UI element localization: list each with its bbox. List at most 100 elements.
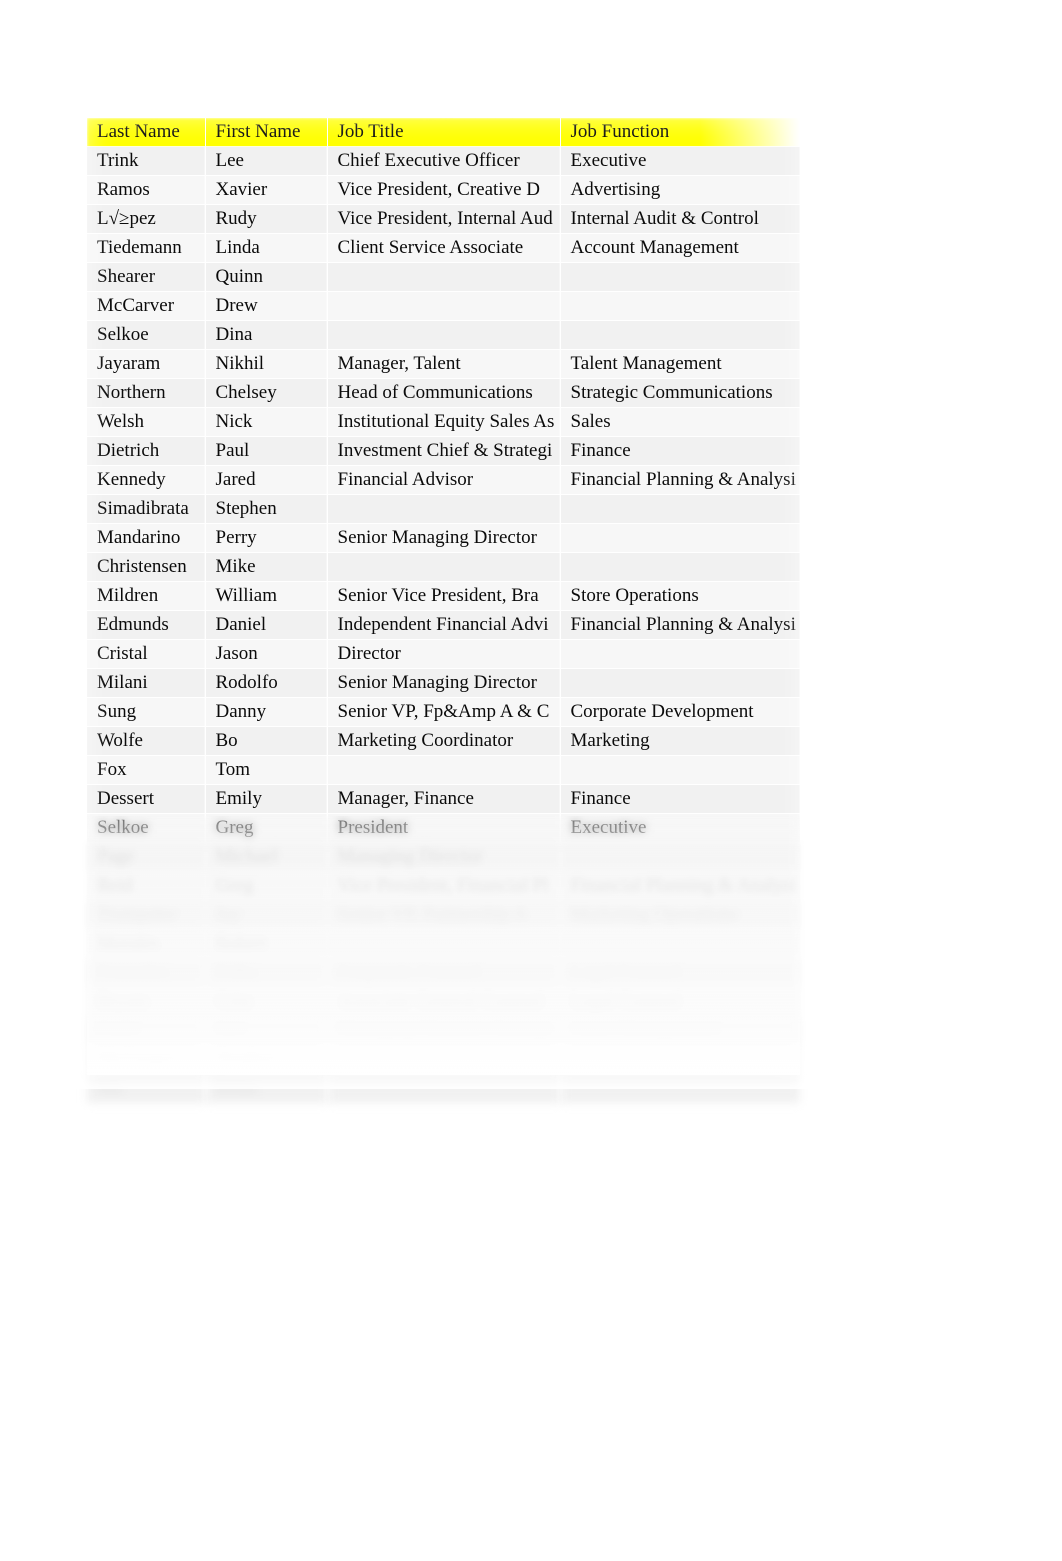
cell-last_name[interactable]: Ma <box>87 1074 206 1104</box>
table-row[interactable]: Christensen Mike <box>87 552 801 582</box>
cell-first_name[interactable]: William <box>205 581 328 611</box>
cell-job_function[interactable]: Legal Counsel <box>560 987 801 1017</box>
cell-first_name[interactable]: Greg <box>205 871 328 901</box>
cell-job_title[interactable] <box>327 494 561 524</box>
cell-job_function[interactable]: Internal Audit & Control <box>560 204 801 234</box>
cell-job_function[interactable]: Financial Planning & Analysi <box>560 610 801 640</box>
cell-job_title[interactable]: Corporate Counsel <box>327 958 561 988</box>
table-row[interactable]: Trink Lee Chief Executive Officer Executive <box>87 146 801 176</box>
table-row[interactable]: Gonzalez Erika Corporate Counsel Legal Coun… <box>87 958 801 988</box>
cell-job_title[interactable] <box>327 262 561 292</box>
cell-job_title[interactable]: Marketing Coordinator <box>327 726 561 756</box>
table-row[interactable]: Northern Chelsey Head of Communications Str… <box>87 378 801 408</box>
cell-job_function[interactable]: Marketing Operations <box>560 900 801 930</box>
cell-first_name[interactable]: Tom <box>205 755 328 785</box>
table-row[interactable]: Sung Danny Senior VP, Fp&Amp A & C Corporat… <box>87 697 801 727</box>
cell-first_name[interactable]: Mike <box>205 552 328 582</box>
cell-job_title[interactable] <box>327 1045 561 1075</box>
cell-last_name[interactable]: Simadibrata <box>87 494 206 524</box>
cell-job_function[interactable]: Advertising <box>560 175 801 205</box>
cell-job_title[interactable]: Associate General Counsel <box>327 987 561 1017</box>
cell-last_name[interactable]: L√≥pez <box>87 204 206 234</box>
cell-first_name[interactable]: Danny <box>205 697 328 727</box>
table-row[interactable]: Shearer Quinn <box>87 262 801 292</box>
column-header-job-title[interactable]: Job Title <box>327 118 561 147</box>
cell-job_function[interactable]: Asset Management <box>560 1016 801 1046</box>
cell-last_name[interactable]: Sung <box>87 697 206 727</box>
column-header-job-function[interactable]: Job Function <box>560 118 801 147</box>
cell-job_function[interactable] <box>560 262 801 292</box>
cell-last_name[interactable]: Dessert <box>87 784 206 814</box>
cell-last_name[interactable]: Edmunds <box>87 610 206 640</box>
cell-job_function[interactable]: Store Operations <box>560 581 801 611</box>
cell-first_name[interactable]: Quinn <box>205 262 328 292</box>
cell-job_title[interactable]: Investment Chief & Strategi <box>327 436 561 466</box>
cell-job_title[interactable]: Managing Director, Strategi <box>327 1016 561 1046</box>
cell-first_name[interactable]: Stephen <box>205 1045 328 1075</box>
cell-last_name[interactable]: Fox <box>87 755 206 785</box>
cell-job_function[interactable] <box>560 842 801 872</box>
cell-last_name[interactable]: Mandarino <box>87 523 206 553</box>
table-row[interactable]: Bryant Crist Associate General Counsel Lega… <box>87 987 801 1017</box>
cell-job_title[interactable]: Vice President, Financial Pl <box>327 871 561 901</box>
cell-first_name[interactable]: Paul <box>205 436 328 466</box>
cell-first_name[interactable]: Stephen <box>205 494 328 524</box>
cell-job_title[interactable] <box>327 552 561 582</box>
table-row[interactable]: Ma Brian <box>87 1074 801 1104</box>
cell-first_name[interactable]: Jay <box>205 900 328 930</box>
cell-job_function[interactable] <box>560 523 801 553</box>
cell-first_name[interactable]: Robert <box>205 929 328 959</box>
cell-job_title[interactable]: Institutional Equity Sales As <box>327 407 561 437</box>
column-header-last-name[interactable]: Last Name <box>87 118 206 147</box>
cell-job_function[interactable]: Financial Planning & Analysi <box>560 871 801 901</box>
cell-last_name[interactable]: Christensen <box>87 552 206 582</box>
cell-first_name[interactable]: Jason <box>205 639 328 669</box>
cell-job_title[interactable]: Senior Vice President, Bra <box>327 581 561 611</box>
cell-last_name[interactable]: Selkoe <box>87 320 206 350</box>
table-row[interactable]: Selkoe Greg President Executive <box>87 813 801 843</box>
cell-job_title[interactable]: Senior VP, Partnership A <box>327 900 561 930</box>
cell-job_title[interactable]: Vice President, Internal Aud <box>327 204 561 234</box>
cell-job_function[interactable] <box>560 668 801 698</box>
cell-last_name[interactable]: Kennedy <box>87 465 206 495</box>
cell-last_name[interactable]: McGregor <box>87 1045 206 1075</box>
cell-job_title[interactable] <box>327 291 561 321</box>
table-row[interactable]: Cady Jon Managing Director, Strategi Asset … <box>87 1016 801 1046</box>
table-row[interactable]: Welsh Nick Institutional Equity Sales As Sa… <box>87 407 801 437</box>
table-row[interactable]: McGregor Stephen <box>87 1045 801 1075</box>
cell-first_name[interactable]: Bo <box>205 726 328 756</box>
cell-first_name[interactable]: Michael <box>205 842 328 872</box>
cell-last_name[interactable]: Trink <box>87 146 206 176</box>
cell-first_name[interactable]: Xavier <box>205 175 328 205</box>
cell-job_function[interactable] <box>560 1074 801 1104</box>
table-row[interactable]: Cristal Jason Director <box>87 639 801 669</box>
cell-last_name[interactable]: Selkoe <box>87 813 206 843</box>
cell-first_name[interactable]: Linda <box>205 233 328 263</box>
cell-job_title[interactable]: Senior Managing Director <box>327 668 561 698</box>
cell-last_name[interactable]: Ramos <box>87 175 206 205</box>
cell-job_title[interactable]: Director <box>327 639 561 669</box>
table-row[interactable]: Simadibrata Stephen <box>87 494 801 524</box>
cell-last_name[interactable]: Wolfe <box>87 726 206 756</box>
cell-job_function[interactable] <box>560 552 801 582</box>
cell-last_name[interactable]: Shearer <box>87 262 206 292</box>
cell-job_function[interactable] <box>560 929 801 959</box>
cell-last_name[interactable]: Mildren <box>87 581 206 611</box>
table-row[interactable]: Mandarino Perry Senior Managing Director <box>87 523 801 553</box>
cell-first_name[interactable]: Rodolfo <box>205 668 328 698</box>
cell-job_title[interactable]: Senior Managing Director <box>327 523 561 553</box>
cell-last_name[interactable]: Page <box>87 842 206 872</box>
cell-job_function[interactable]: Finance <box>560 436 801 466</box>
cell-last_name[interactable]: Morales <box>87 929 206 959</box>
cell-last_name[interactable]: Dietrich <box>87 436 206 466</box>
column-header-first-name[interactable]: First Name <box>205 118 328 147</box>
cell-job_function[interactable]: Sales <box>560 407 801 437</box>
cell-job_function[interactable]: Talent Management <box>560 349 801 379</box>
cell-last_name[interactable]: Jayaram <box>87 349 206 379</box>
cell-job_title[interactable]: Vice President, Creative D <box>327 175 561 205</box>
table-row[interactable]: Wolfe Bo Marketing Coordinator Marketing <box>87 726 801 756</box>
cell-job_title[interactable]: Manager, Talent <box>327 349 561 379</box>
cell-last_name[interactable]: Northern <box>87 378 206 408</box>
table-row[interactable]: Tiedemann Linda Client Service Associate Ac… <box>87 233 801 263</box>
cell-first_name[interactable]: Lee <box>205 146 328 176</box>
